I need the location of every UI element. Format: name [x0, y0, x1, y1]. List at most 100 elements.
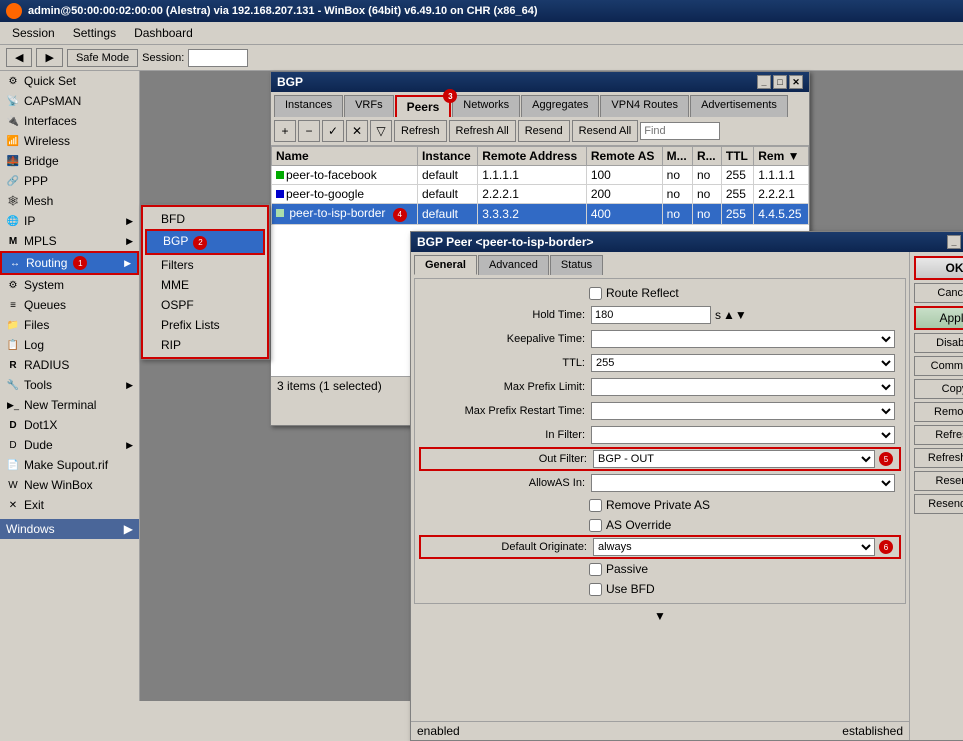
tab-vpn4routes[interactable]: VPN4 Routes	[600, 95, 689, 117]
sidebar-item-files[interactable]: 📁 Files	[0, 315, 139, 335]
filter-button[interactable]: ▽	[370, 120, 392, 142]
cancel-button[interactable]: Cancel	[914, 283, 963, 303]
submenu-item-mme[interactable]: MME	[145, 275, 265, 295]
sidebar-item-make-supout[interactable]: 📄 Make Supout.rif	[0, 455, 139, 475]
passive-checkbox[interactable]	[589, 563, 602, 576]
edit-button[interactable]: ✓	[322, 120, 344, 142]
remove-button-panel[interactable]: Remove	[914, 402, 963, 422]
hold-time-input[interactable]	[591, 306, 711, 324]
tab-peers[interactable]: Peers 3	[395, 95, 452, 117]
out-filter-select[interactable]: BGP - OUT	[593, 450, 875, 468]
sidebar-item-exit[interactable]: ✕ Exit	[0, 495, 139, 515]
refresh-all-button-panel[interactable]: Refresh All	[914, 448, 963, 468]
as-override-row: AS Override	[419, 515, 901, 535]
sidebar-item-label: CAPsMAN	[24, 94, 81, 108]
mpls-arrow: ▶	[126, 236, 133, 247]
hold-time-spinner[interactable]: ▲▼	[723, 308, 747, 322]
table-row-selected[interactable]: peer-to-isp-border 4 default 3.3.3.2 400…	[272, 204, 809, 225]
sidebar-item-quickset[interactable]: ⚙ Quick Set	[0, 71, 139, 91]
sidebar-item-label: PPP	[24, 174, 48, 188]
sidebar-item-system[interactable]: ⚙ System	[0, 275, 139, 295]
use-bfd-checkbox[interactable]	[589, 583, 602, 596]
resend-all-button[interactable]: Resend All	[572, 120, 639, 142]
sidebar-item-new-terminal[interactable]: ▶_ New Terminal	[0, 395, 139, 415]
table-row[interactable]: peer-to-google default 2.2.2.1 200 no no…	[272, 185, 809, 204]
ok-button[interactable]: OK 8	[914, 256, 963, 280]
sidebar-item-interfaces[interactable]: 🔌 Interfaces	[0, 111, 139, 131]
session-input[interactable]	[188, 49, 248, 67]
menu-settings[interactable]: Settings	[65, 24, 124, 42]
sidebar-item-dude[interactable]: D Dude ▶	[0, 435, 139, 455]
sidebar-item-radius[interactable]: R RADIUS	[0, 355, 139, 375]
sidebar-item-tools[interactable]: 🔧 Tools ▶	[0, 375, 139, 395]
refresh-all-button[interactable]: Refresh All	[449, 120, 516, 142]
peer-tab-advanced[interactable]: Advanced	[478, 255, 549, 275]
bgp-minimize-button[interactable]: _	[757, 75, 771, 89]
keepalive-time-select[interactable]	[591, 330, 895, 348]
peer-dialog-minimize[interactable]: _	[947, 235, 961, 249]
submenu-item-ospf[interactable]: OSPF	[145, 295, 265, 315]
mpls-icon: M	[6, 234, 20, 248]
sidebar-item-dot1x[interactable]: D Dot1X	[0, 415, 139, 435]
sidebar-item-ip[interactable]: 🌐 IP ▶	[0, 211, 139, 231]
keepalive-time-label: Keepalive Time:	[425, 333, 585, 345]
remove-button[interactable]: −	[298, 120, 320, 142]
as-override-checkbox[interactable]	[589, 519, 602, 532]
sidebar-item-mesh[interactable]: 🕸 Mesh	[0, 191, 139, 211]
tab-vrfs[interactable]: VRFs	[344, 95, 394, 117]
sidebar-item-routing[interactable]: ↔ Routing 1 ▶	[0, 251, 139, 275]
route-reflect-checkbox[interactable]	[589, 287, 602, 300]
dot1x-icon: D	[6, 418, 20, 432]
menu-session[interactable]: Session	[4, 24, 63, 42]
submenu-item-rip[interactable]: RIP	[145, 335, 265, 355]
safe-mode-button[interactable]: Safe Mode	[67, 49, 138, 67]
annotation-5: 5	[879, 452, 893, 466]
copy-button[interactable]: ✕	[346, 120, 368, 142]
max-prefix-limit-select[interactable]	[591, 378, 895, 396]
default-originate-select[interactable]: always	[593, 538, 875, 556]
add-button[interactable]: +	[274, 120, 296, 142]
ttl-select[interactable]: 255	[591, 354, 895, 372]
sidebar-item-log[interactable]: 📋 Log	[0, 335, 139, 355]
remove-private-as-checkbox[interactable]	[589, 499, 602, 512]
resend-all-button-panel[interactable]: Resend All	[914, 494, 963, 514]
table-row[interactable]: peer-to-facebook default 1.1.1.1 100 no …	[272, 166, 809, 185]
back-button[interactable]: ◀	[6, 48, 32, 67]
tab-instances[interactable]: Instances	[274, 95, 343, 117]
max-prefix-restart-select[interactable]	[591, 402, 895, 420]
sidebar-item-mpls[interactable]: M MPLS ▶	[0, 231, 139, 251]
allow-as-in-select[interactable]	[591, 474, 895, 492]
submenu-item-bfd[interactable]: BFD	[145, 209, 265, 229]
tab-networks[interactable]: Networks	[452, 95, 520, 117]
bgp-maximize-button[interactable]: □	[773, 75, 787, 89]
peer-tab-status[interactable]: Status	[550, 255, 603, 275]
sidebar-item-bridge[interactable]: 🌉 Bridge	[0, 151, 139, 171]
in-filter-select[interactable]	[591, 426, 895, 444]
disable-button[interactable]: Disable	[914, 333, 963, 353]
find-input[interactable]	[640, 122, 720, 140]
tab-advertisements[interactable]: Advertisements	[690, 95, 788, 117]
sidebar-item-ppp[interactable]: 🔗 PPP	[0, 171, 139, 191]
refresh-button[interactable]: Refresh	[394, 120, 447, 142]
tab-aggregates[interactable]: Aggregates	[521, 95, 599, 117]
sidebar-item-queues[interactable]: ≡ Queues	[0, 295, 139, 315]
apply-button[interactable]: Apply 7	[914, 306, 963, 330]
sidebar-item-capsman[interactable]: 📡 CAPsMAN	[0, 91, 139, 111]
resend-button-panel[interactable]: Resend	[914, 471, 963, 491]
copy-button-panel[interactable]: Copy	[914, 379, 963, 399]
sidebar-item-label: Log	[24, 338, 44, 352]
sidebar-item-wireless[interactable]: 📶 Wireless	[0, 131, 139, 151]
forward-button[interactable]: ▶	[36, 48, 62, 67]
comment-button[interactable]: Comment	[914, 356, 963, 376]
submenu-item-filters[interactable]: Filters	[145, 255, 265, 275]
bgp-close-button[interactable]: ✕	[789, 75, 803, 89]
row-name: peer-to-facebook	[272, 166, 418, 185]
submenu-item-prefix-lists[interactable]: Prefix Lists	[145, 315, 265, 335]
refresh-button-panel[interactable]: Refresh	[914, 425, 963, 445]
peers-table: Name Instance Remote Address Remote AS M…	[271, 146, 809, 225]
resend-button[interactable]: Resend	[518, 120, 570, 142]
peer-tab-general[interactable]: General	[414, 255, 477, 275]
menu-dashboard[interactable]: Dashboard	[126, 24, 201, 42]
sidebar-item-new-winbox[interactable]: W New WinBox	[0, 475, 139, 495]
submenu-item-bgp[interactable]: BGP 2	[145, 229, 265, 255]
